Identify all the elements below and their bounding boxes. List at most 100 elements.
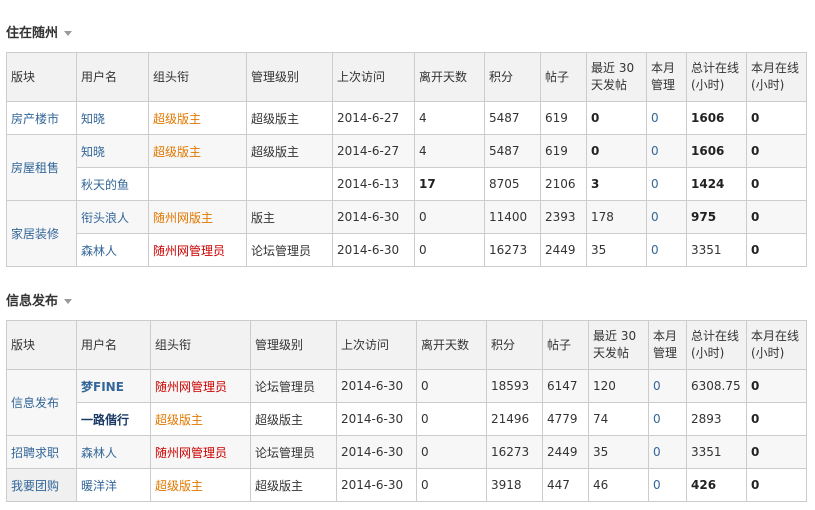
month-manage: 0 <box>648 369 687 403</box>
section-title-1[interactable]: 住在随州 <box>6 22 73 41</box>
total-online: 3351 <box>686 233 747 267</box>
col-header-board: 版块 <box>6 320 77 370</box>
table-row: 我要团购 暖洋洋 超级版主 超级版主 2014-6-30 0 3918 447 … <box>6 468 807 502</box>
days-away: 0 <box>416 435 487 469</box>
total-online: 2893 <box>686 402 747 436</box>
last-visit: 2014-6-13 <box>332 167 415 201</box>
posts: 2106 <box>540 167 587 201</box>
section-title-text: 住在随州 <box>6 26 59 41</box>
admin-level: 超级版主 <box>246 134 333 168</box>
group-title: 随州网管理员 <box>148 233 247 267</box>
recent-posts: 74 <box>588 402 649 436</box>
month-online: 0 <box>746 468 807 502</box>
score: 18593 <box>486 369 543 403</box>
recent-posts: 3 <box>586 167 647 201</box>
posts: 2449 <box>542 435 589 469</box>
table-row: 房屋租售 知晓 超级版主 超级版主 2014-6-27 4 5487 619 0… <box>6 134 807 201</box>
board-link[interactable]: 房产楼市 <box>6 101 77 135</box>
board-link[interactable]: 招聘求职 <box>6 435 77 469</box>
month-online: 0 <box>746 435 807 469</box>
month-manage: 0 <box>648 435 687 469</box>
table-header-row: 版块 用户名 组头衔 管理级别 上次访问 离开天数 积分 帖子 最近 30 天发… <box>6 320 807 370</box>
col-header-title: 组头衔 <box>150 320 251 370</box>
admin-level: 论坛管理员 <box>250 369 337 403</box>
table-row: 一路偕行 超级版主 超级版主 2014-6-30 0 21496 4779 74… <box>7 402 807 436</box>
group-title: 超级版主 <box>150 468 251 502</box>
user-link[interactable]: 暖洋洋 <box>76 468 151 502</box>
score: 16273 <box>486 435 543 469</box>
posts: 447 <box>542 468 589 502</box>
recent-posts: 178 <box>586 200 647 234</box>
total-online: 6308.75 <box>686 369 747 403</box>
days-away: 0 <box>414 233 485 267</box>
group-title <box>148 167 247 201</box>
month-online: 0 <box>746 167 807 201</box>
posts: 6147 <box>542 369 589 403</box>
score: 11400 <box>484 200 541 234</box>
total-online: 3351 <box>686 435 747 469</box>
col-header-month-manage: 本月管理 <box>648 320 687 370</box>
user-link[interactable]: 知晓 <box>76 101 149 135</box>
user-link[interactable]: 森林人 <box>76 435 151 469</box>
month-manage: 0 <box>646 134 687 168</box>
group-title: 随州网版主 <box>148 200 247 234</box>
admin-level: 超级版主 <box>250 402 337 436</box>
col-header-recent-posts: 最近 30 天发帖 <box>586 52 647 102</box>
recent-posts: 0 <box>586 134 647 168</box>
days-away: 4 <box>414 101 485 135</box>
user-link[interactable]: 秋天的鱼 <box>76 167 149 201</box>
user-link[interactable]: 梦FINE <box>76 369 151 403</box>
total-online: 1424 <box>686 167 747 201</box>
posts: 619 <box>540 101 587 135</box>
score: 3918 <box>486 468 543 502</box>
month-manage: 0 <box>648 468 687 502</box>
last-visit: 2014-6-27 <box>332 134 415 168</box>
user-link[interactable]: 衔头浪人 <box>76 200 149 234</box>
col-header-score: 积分 <box>486 320 543 370</box>
month-online: 0 <box>746 134 807 168</box>
col-header-recent-posts: 最近 30 天发帖 <box>588 320 649 370</box>
table-row: 招聘求职 森林人 随州网管理员 论坛管理员 2014-6-30 0 16273 … <box>6 435 807 469</box>
col-header-posts: 帖子 <box>540 52 587 102</box>
recent-posts: 35 <box>586 233 647 267</box>
user-link[interactable]: 知晓 <box>76 134 149 168</box>
days-away: 0 <box>416 402 487 436</box>
user-link[interactable]: 一路偕行 <box>76 402 151 436</box>
admin-level: 超级版主 <box>246 101 333 135</box>
recent-posts: 120 <box>588 369 649 403</box>
total-online: 1606 <box>686 101 747 135</box>
board-link[interactable]: 家居装修 <box>6 200 77 267</box>
col-header-total-online: 总计在线(小时) <box>686 320 747 370</box>
col-header-board: 版块 <box>6 52 77 102</box>
month-online: 0 <box>746 233 807 267</box>
score: 5487 <box>484 134 541 168</box>
recent-posts: 35 <box>588 435 649 469</box>
col-header-score: 积分 <box>484 52 541 102</box>
board-link[interactable]: 我要团购 <box>6 468 77 502</box>
month-manage: 0 <box>646 233 687 267</box>
section-title-2[interactable]: 信息发布 <box>6 290 73 309</box>
month-online: 0 <box>746 402 807 436</box>
board-link[interactable]: 信息发布 <box>6 369 77 436</box>
table-header-row: 版块 用户名 组头衔 管理级别 上次访问 离开天数 积分 帖子 最近 30 天发… <box>6 52 807 102</box>
posts: 2449 <box>540 233 587 267</box>
last-visit: 2014-6-30 <box>336 435 417 469</box>
chevron-down-icon[interactable] <box>64 299 73 304</box>
col-header-user: 用户名 <box>76 52 149 102</box>
table-row: 房产楼市 知晓 超级版主 超级版主 2014-6-27 4 5487 619 0… <box>6 101 807 135</box>
table-row: 森林人 随州网管理员 论坛管理员 2014-6-30 0 16273 2449 … <box>7 233 807 267</box>
moderator-table-1: 版块 用户名 组头衔 管理级别 上次访问 离开天数 积分 帖子 最近 30 天发… <box>6 52 807 267</box>
month-manage: 0 <box>646 200 687 234</box>
col-header-posts: 帖子 <box>542 320 589 370</box>
month-online: 0 <box>746 200 807 234</box>
col-header-days-away: 离开天数 <box>416 320 487 370</box>
chevron-down-icon[interactable] <box>64 31 73 36</box>
board-link[interactable]: 房屋租售 <box>6 134 77 201</box>
admin-level: 版主 <box>246 200 333 234</box>
admin-level: 论坛管理员 <box>246 233 333 267</box>
table-row: 家居装修 衔头浪人 随州网版主 版主 2014-6-30 0 11400 239… <box>6 200 807 267</box>
col-header-user: 用户名 <box>76 320 151 370</box>
month-manage: 0 <box>646 101 687 135</box>
user-link[interactable]: 森林人 <box>76 233 149 267</box>
col-header-last-visit: 上次访问 <box>336 320 417 370</box>
